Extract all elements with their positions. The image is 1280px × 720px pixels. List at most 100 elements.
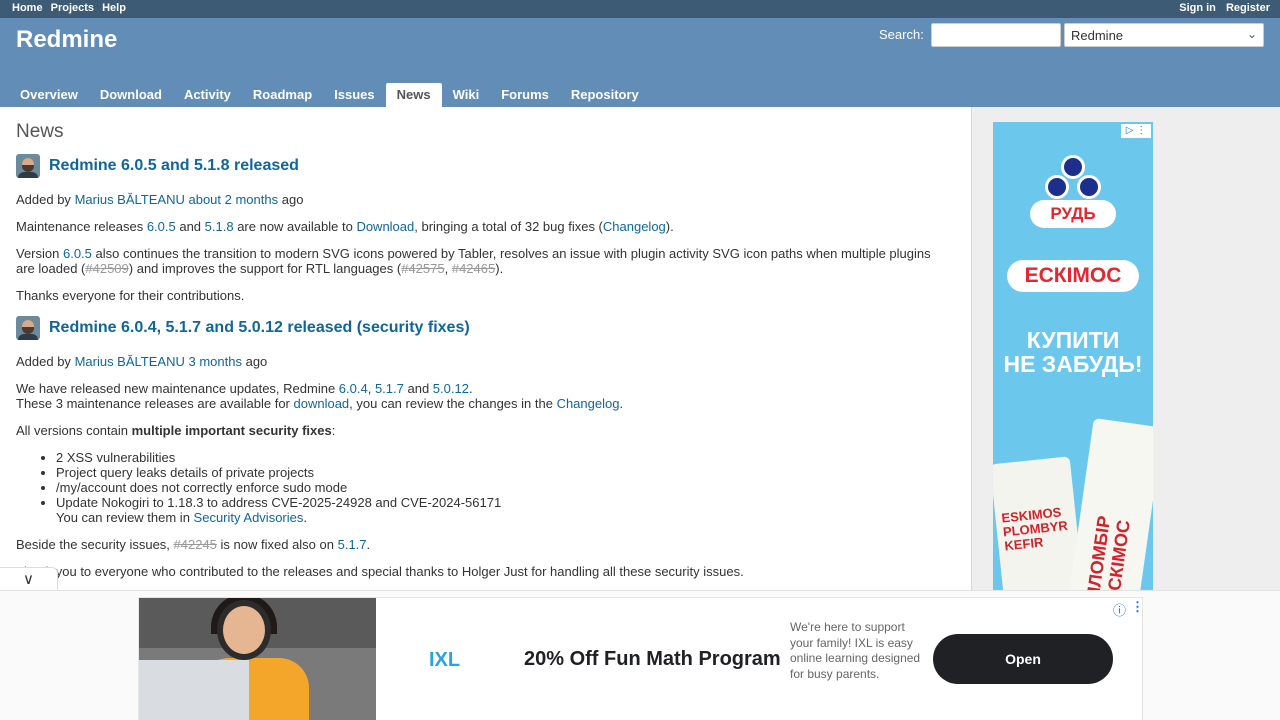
date-link[interactable]: about 2 months: [188, 192, 278, 207]
avatar: [16, 316, 40, 340]
version-link[interactable]: 6.0.5: [63, 246, 92, 261]
ad-product-pack: ESKIMOS PLOMBYR KEFIR: [993, 456, 1085, 590]
text: Version: [16, 246, 63, 261]
news-paragraph: Beside the security issues, #42245 is no…: [16, 537, 946, 552]
text: ,: [444, 261, 452, 276]
top-menu: Home Projects Help Sign in Register: [0, 0, 1280, 18]
news-paragraph: Maintenance releases 6.0.5 and 5.1.8 are…: [16, 219, 946, 234]
download-link[interactable]: Download: [356, 219, 414, 234]
list-item: Update Nokogiri to 1.18.3 to address CVE…: [56, 495, 501, 525]
news-paragraph: These 3 maintenance releases are availab…: [16, 396, 946, 411]
projects-link[interactable]: Projects: [51, 2, 94, 14]
news-author-line: Added by Marius BĂLTEANU about 2 months …: [16, 192, 946, 207]
text: ).: [495, 261, 504, 276]
text: and: [175, 219, 205, 234]
changelog-link[interactable]: Changelog: [603, 219, 666, 234]
home-link[interactable]: Home: [12, 2, 43, 14]
search-input[interactable]: [931, 23, 1061, 47]
ad-tagline: КУПИТИ НЕ ЗАБУДЬ!: [993, 328, 1153, 376]
pack-label: ПЛОМБІР ЕСКІМОС: [1082, 514, 1134, 590]
ad-tagline-line: НЕ ЗАБУДЬ!: [1003, 351, 1143, 377]
version-link[interactable]: 6.0.4: [339, 381, 368, 396]
version-link[interactable]: 5.1.8: [205, 219, 234, 234]
author-link[interactable]: Marius BĂLTEANU: [75, 192, 185, 207]
date-link[interactable]: 3 months: [188, 354, 241, 369]
text: ,: [367, 381, 375, 396]
top-menu-left: Home Projects Help: [12, 2, 131, 14]
text: These 3 maintenance releases are availab…: [16, 396, 294, 411]
chevron-down-icon: ∨: [23, 571, 34, 588]
security-advisories-link[interactable]: Security Advisories: [194, 510, 304, 525]
version-link[interactable]: 5.1.7: [375, 381, 404, 396]
header: Redmine Search: Redmine ⌄ Overview Downl…: [0, 18, 1280, 107]
bottom-ad[interactable]: IXL 20% Off Fun Math Program We're here …: [138, 597, 1144, 720]
text: and: [403, 381, 433, 396]
help-link[interactable]: Help: [102, 2, 126, 14]
main-content: News Redmine 6.0.5 and 5.1.8 released Ad…: [0, 107, 971, 590]
tab-activity[interactable]: Activity: [173, 83, 242, 107]
ad-description: We're here to support your family! IXL i…: [790, 620, 921, 681]
text: We have released new maintenance updates…: [16, 381, 339, 396]
text: is now fixed also on: [216, 537, 338, 552]
text: .: [366, 537, 371, 552]
tab-roadmap[interactable]: Roadmap: [242, 83, 323, 107]
list-item: 2 XSS vulnerabilities: [56, 450, 501, 465]
collapse-ad-button[interactable]: ∨: [0, 567, 58, 592]
sidebar-ad[interactable]: ▷ ⋮ РУДЬ ЕСКІМОС КУПИТИ НЕ ЗАБУДЬ! ESKIM…: [993, 122, 1153, 590]
news-title-link[interactable]: Redmine 6.0.4, 5.1.7 and 5.0.12 released…: [49, 319, 470, 337]
ad-brand: РУДЬ: [1030, 200, 1116, 228]
closed-issue-link[interactable]: #42575: [401, 261, 444, 276]
changelog-link[interactable]: Changelog: [557, 396, 620, 411]
closed-issue-link[interactable]: #42509: [85, 261, 128, 276]
news-paragraph: All versions contain multiple important …: [16, 423, 946, 438]
tab-forums[interactable]: Forums: [490, 83, 560, 107]
project-jump-select[interactable]: Redmine ⌄: [1064, 23, 1264, 47]
text: Beside the security issues,: [16, 537, 174, 552]
project-select-value: Redmine: [1071, 28, 1124, 43]
sign-in-link[interactable]: Sign in: [1179, 2, 1216, 14]
author-link[interactable]: Marius BĂLTEANU: [75, 354, 185, 369]
version-link[interactable]: 5.1.7: [338, 537, 367, 552]
site-title[interactable]: Redmine: [16, 26, 117, 54]
tab-overview[interactable]: Overview: [9, 83, 89, 107]
open-button[interactable]: Open: [933, 634, 1113, 684]
text: All versions contain: [16, 423, 132, 438]
pack-label: ESKIMOS PLOMBYR KEFIR: [1000, 504, 1069, 554]
text: , bringing a total of 32 bug fixes (: [414, 219, 603, 234]
news-title-link[interactable]: Redmine 6.0.5 and 5.1.8 released: [49, 157, 299, 175]
sidebar: ▷ ⋮ РУДЬ ЕСКІМОС КУПИТИ НЕ ЗАБУДЬ! ESKIM…: [971, 107, 1280, 590]
tab-repository[interactable]: Repository: [560, 83, 650, 107]
ago-label: ago: [245, 354, 268, 369]
news-paragraph: Thank you to everyone who contributed to…: [16, 564, 744, 579]
text: ) and improves the support for RTL langu…: [128, 261, 402, 276]
page-title: News: [16, 121, 64, 142]
ad-choices-icon[interactable]: ▷ ⋮: [1121, 124, 1151, 138]
download-link[interactable]: download: [294, 396, 350, 411]
version-link[interactable]: 5.0.12: [433, 381, 469, 396]
version-link[interactable]: 6.0.5: [147, 219, 176, 234]
text: ).: [665, 219, 674, 234]
ad-product: ЕСКІМОС: [1007, 260, 1139, 292]
chevron-down-icon: ⌄: [1246, 27, 1257, 41]
search-label: Search:: [879, 27, 924, 42]
main-menu: Overview Download Activity Roadmap Issue…: [9, 83, 650, 107]
closed-issue-link[interactable]: #42245: [174, 537, 217, 552]
text: are now available to: [233, 219, 357, 234]
register-link[interactable]: Register: [1226, 2, 1270, 14]
tab-download[interactable]: Download: [89, 83, 173, 107]
text: Maintenance releases: [16, 219, 147, 234]
tab-wiki[interactable]: Wiki: [442, 83, 491, 107]
tab-issues[interactable]: Issues: [323, 83, 385, 107]
kebab-menu-icon[interactable]: ⋮: [1131, 599, 1144, 615]
tab-news[interactable]: News: [385, 83, 442, 107]
ad-photo: [139, 598, 376, 720]
text: .: [468, 381, 473, 396]
text: , you can review the changes in the: [349, 396, 557, 411]
info-icon[interactable]: ⓘ: [1113, 600, 1126, 619]
bottom-ad-banner: IXL 20% Off Fun Math Program We're here …: [0, 590, 1280, 720]
ad-headline[interactable]: 20% Off Fun Math Program: [524, 648, 781, 671]
text: .: [303, 510, 307, 525]
text: You can review them in: [56, 510, 194, 525]
closed-issue-link[interactable]: #42465: [452, 261, 495, 276]
ad-tagline-line: КУПИТИ: [1026, 327, 1120, 353]
